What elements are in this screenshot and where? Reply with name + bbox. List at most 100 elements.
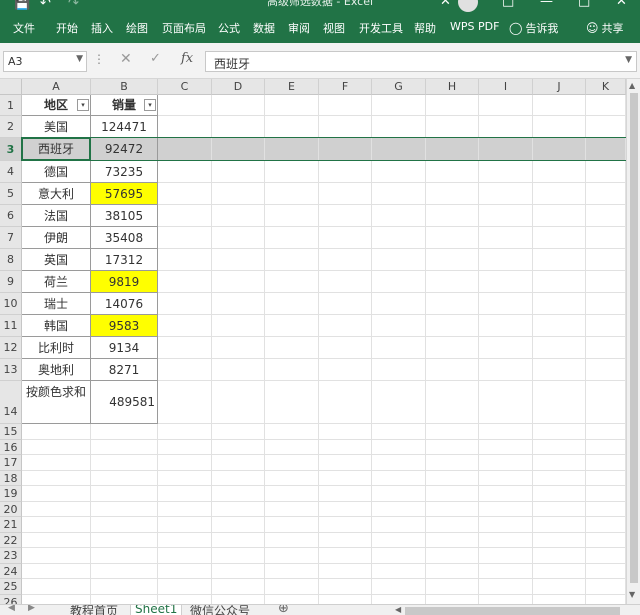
cell[interactable] [479,205,533,227]
cell[interactable] [319,517,372,533]
name-box[interactable]: A3 ▼ [3,51,87,72]
cell[interactable] [372,183,426,205]
cell[interactable] [212,486,265,502]
cell[interactable] [372,249,426,271]
prev-sheet-icon[interactable]: ◀ [8,605,15,613]
cell[interactable] [586,205,626,227]
cell[interactable] [426,293,479,315]
cell-sales[interactable]: 9819 [91,271,158,293]
filter-dropdown-icon[interactable]: ▾ [144,99,156,111]
cell[interactable] [22,594,91,604]
cell[interactable] [586,517,626,533]
cell[interactable] [533,315,586,337]
cell[interactable] [479,116,533,138]
formula-input[interactable]: 西班牙 ▼ [205,51,637,72]
cell[interactable] [265,455,319,471]
cell[interactable] [265,517,319,533]
cell-region[interactable]: 美国 [22,116,91,138]
cell[interactable] [319,486,372,502]
cell-region[interactable]: 按颜色求和 [22,381,91,424]
row-header-4[interactable]: 4 [0,161,22,183]
cell[interactable] [372,455,426,471]
cell[interactable] [586,138,626,161]
column-header-j[interactable]: J [533,79,586,95]
cell[interactable] [22,486,91,502]
cell[interactable] [426,315,479,337]
row-header-6[interactable]: 6 [0,205,22,227]
cell[interactable] [158,271,212,293]
cell[interactable] [533,183,586,205]
row-header-11[interactable]: 11 [0,315,22,337]
cell[interactable] [372,439,426,455]
cell[interactable] [158,359,212,381]
cell[interactable] [479,381,533,424]
cell[interactable] [265,138,319,161]
cell[interactable] [479,532,533,548]
cell[interactable] [91,439,158,455]
cell[interactable] [586,501,626,517]
cell[interactable] [533,579,586,595]
cell[interactable] [158,594,212,604]
cell[interactable] [586,548,626,564]
row-header-16[interactable]: 16 [0,439,22,455]
horizontal-scroll-thumb[interactable] [405,607,620,615]
cell[interactable] [426,183,479,205]
cell[interactable] [533,138,586,161]
cell[interactable] [479,161,533,183]
cell[interactable] [212,470,265,486]
cell[interactable] [533,548,586,564]
cell[interactable] [372,563,426,579]
cell[interactable] [586,293,626,315]
row-header-19[interactable]: 19 [0,486,22,502]
ribbon-display-icon[interactable]: □ [502,0,514,9]
cell[interactable] [372,381,426,424]
add-sheet-icon[interactable]: ⊕ [278,605,289,615]
cell[interactable] [212,517,265,533]
cell[interactable] [212,359,265,381]
cell[interactable] [91,501,158,517]
cancel-icon[interactable]: ✕ [120,51,132,67]
cell[interactable] [479,183,533,205]
row-header-26[interactable]: 26 [0,594,22,604]
cell[interactable] [22,424,91,440]
tab-data[interactable]: 数据 [253,20,275,36]
cell[interactable] [479,249,533,271]
cell[interactable] [212,501,265,517]
cell[interactable] [319,501,372,517]
cell[interactable] [372,532,426,548]
cell[interactable] [533,249,586,271]
cell[interactable] [479,138,533,161]
cell[interactable] [212,116,265,138]
cell[interactable] [22,548,91,564]
cell[interactable] [426,337,479,359]
cell[interactable] [22,532,91,548]
row-header-9[interactable]: 9 [0,271,22,293]
cell-region[interactable]: 意大利 [22,183,91,205]
cell[interactable] [533,424,586,440]
cell[interactable] [426,116,479,138]
cell[interactable] [426,424,479,440]
cell[interactable] [372,116,426,138]
tab-draw[interactable]: 绘图 [126,20,148,36]
cell[interactable] [426,227,479,249]
cell[interactable] [265,594,319,604]
cell[interactable] [22,470,91,486]
column-header-b[interactable]: B [91,79,158,95]
cell[interactable] [265,532,319,548]
cell-sales[interactable]: 8271 [91,359,158,381]
cell[interactable] [479,455,533,471]
cell[interactable] [586,579,626,595]
cell[interactable] [586,161,626,183]
cell[interactable] [533,470,586,486]
cell[interactable] [586,249,626,271]
cell[interactable] [22,501,91,517]
cell[interactable] [319,271,372,293]
cell[interactable] [319,579,372,595]
cell-sales[interactable]: 38105 [91,205,158,227]
cell[interactable] [372,594,426,604]
tab-page-layout[interactable]: 页面布局 [162,20,206,36]
cell-region[interactable]: 西班牙 [22,138,91,161]
cell-region[interactable]: 德国 [22,161,91,183]
cell[interactable] [372,227,426,249]
cell[interactable] [426,501,479,517]
